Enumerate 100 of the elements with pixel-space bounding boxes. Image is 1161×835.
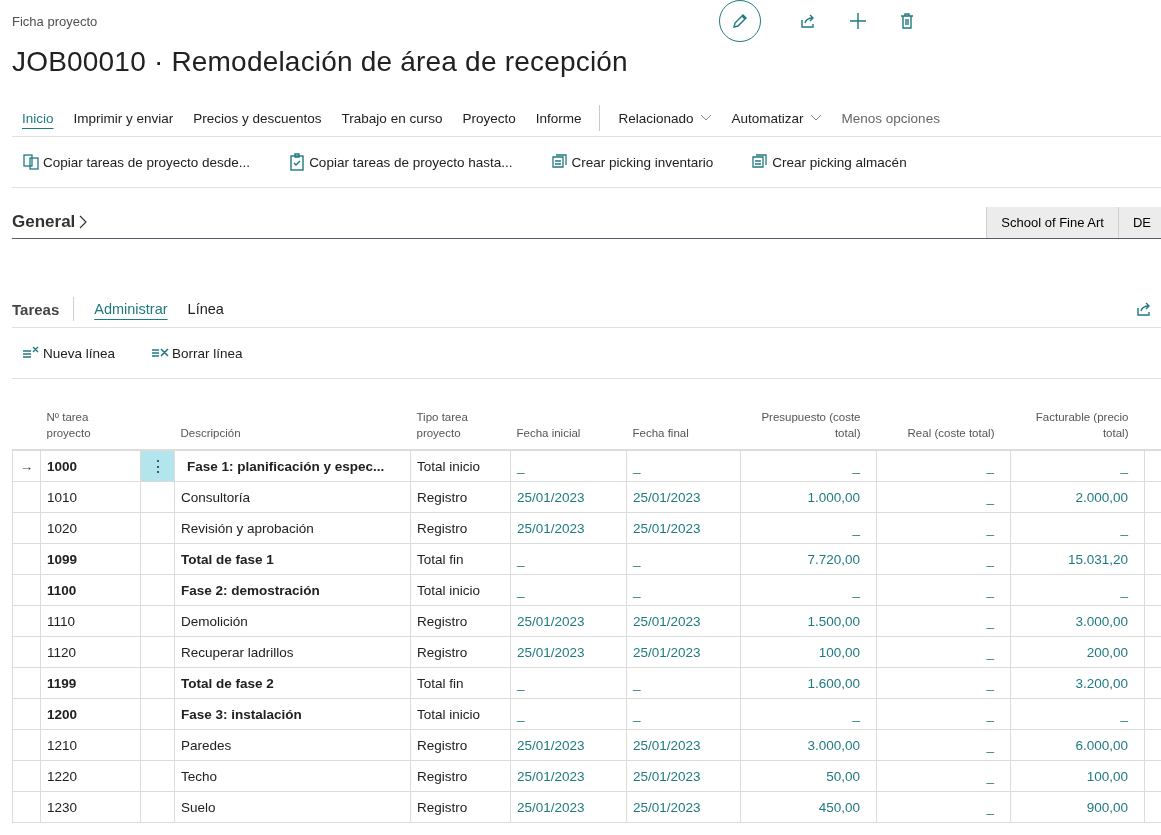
column-header[interactable]: Fecha inicial: [510, 379, 627, 450]
table-cell[interactable]: 25/01/2023: [510, 791, 627, 823]
action-button[interactable]: Crear picking inventario: [540, 149, 726, 175]
table-cell[interactable]: 7.720,00: [740, 543, 877, 575]
table-cell[interactable]: 25/01/2023: [626, 605, 741, 637]
table-cell[interactable]: 100,00: [740, 636, 877, 668]
line-action-button[interactable]: Nueva línea: [12, 341, 128, 365]
table-cell[interactable]: 25/01/2023: [626, 636, 741, 668]
table-cell[interactable]: 25/01/2023: [510, 605, 627, 637]
table-cell[interactable]: _: [876, 698, 1011, 730]
table-cell[interactable]: _: [1010, 512, 1145, 544]
column-header[interactable]: Fecha final: [626, 379, 741, 450]
table-cell: 1220: [40, 760, 141, 792]
table-cell[interactable]: _: [626, 574, 741, 606]
table-cell[interactable]: _: [740, 450, 877, 482]
table-cell[interactable]: _: [876, 667, 1011, 699]
table-cell[interactable]: 25/01/2023: [510, 729, 627, 761]
part-tab[interactable]: Administrar: [84, 297, 178, 321]
table-cell[interactable]: 50,00: [740, 760, 877, 792]
table-cell[interactable]: 1.500,00: [740, 605, 877, 637]
table-cell[interactable]: 2.000,00: [1010, 481, 1145, 513]
table-cell[interactable]: 25/01/2023: [626, 481, 741, 513]
table-cell[interactable]: 3.000,00: [740, 729, 877, 761]
table-cell[interactable]: _: [876, 481, 1011, 513]
table-cell[interactable]: _: [626, 667, 741, 699]
table-cell[interactable]: 25/01/2023: [626, 760, 741, 792]
table-cell[interactable]: 3.200,00: [1010, 667, 1145, 699]
table-cell[interactable]: 25/01/2023: [626, 512, 741, 544]
table-cell[interactable]: 900,00: [1010, 791, 1145, 823]
table-cell[interactable]: 25/01/2023: [626, 791, 741, 823]
line-action-button[interactable]: Borrar línea: [141, 341, 255, 365]
table-cell[interactable]: _: [510, 543, 627, 575]
table-cell[interactable]: _: [876, 574, 1011, 606]
column-header[interactable]: Real (coste total): [876, 379, 1011, 450]
table-cell[interactable]: 450,00: [740, 791, 877, 823]
table-cell: 1099: [40, 543, 141, 575]
table-cell[interactable]: 25/01/2023: [510, 481, 627, 513]
action-tab[interactable]: Imprimir y enviar: [63, 106, 184, 130]
table-cell[interactable]: 6.000,00: [1010, 729, 1145, 761]
table-cell[interactable]: _: [626, 698, 741, 730]
table-cell[interactable]: _: [876, 729, 1011, 761]
table-cell[interactable]: _: [740, 574, 877, 606]
section-header[interactable]: General: [12, 212, 89, 232]
factbox-tab[interactable]: School of Fine Art: [986, 207, 1118, 238]
table-cell[interactable]: _: [740, 512, 877, 544]
menu-tab[interactable]: Relacionado: [608, 106, 722, 130]
factbox-tab[interactable]: DE: [1117, 207, 1161, 238]
part-tab[interactable]: Línea: [177, 297, 234, 321]
less-options-link[interactable]: Menos opciones: [831, 106, 950, 130]
column-header[interactable]: Presupuesto (coste total): [740, 379, 877, 450]
action-tab[interactable]: Proyecto: [452, 106, 526, 130]
action-button[interactable]: Copiar tareas de proyecto hasta...: [278, 149, 525, 175]
plus-icon[interactable]: [847, 10, 869, 32]
table-cell[interactable]: _: [510, 450, 627, 482]
table-cell[interactable]: _: [876, 760, 1011, 792]
table-cell: Paredes: [174, 729, 411, 761]
table-cell: 1020: [40, 512, 141, 544]
add-line-icon: [22, 346, 40, 360]
table-cell: Total de fase 1: [174, 543, 411, 575]
table-cell[interactable]: 25/01/2023: [626, 729, 741, 761]
table-cell[interactable]: 1.000,00: [740, 481, 877, 513]
action-tab[interactable]: Inicio: [12, 106, 64, 130]
action-button[interactable]: Copiar tareas de proyecto desde...: [12, 149, 263, 175]
action-button[interactable]: Crear picking almacén: [741, 149, 919, 175]
table-cell[interactable]: _: [876, 450, 1011, 482]
table-cell[interactable]: _: [510, 667, 627, 699]
table-cell[interactable]: _: [626, 543, 741, 575]
share-icon[interactable]: [1135, 300, 1153, 318]
column-header[interactable]: Facturable (precio total): [1010, 379, 1145, 450]
table-cell[interactable]: _: [876, 543, 1011, 575]
table-cell[interactable]: _: [510, 698, 627, 730]
table-cell[interactable]: _: [1010, 450, 1145, 482]
action-tab[interactable]: Trabajo en curso: [331, 106, 453, 130]
table-cell: 1230: [40, 791, 141, 823]
table-cell[interactable]: 3.000,00: [1010, 605, 1145, 637]
table-cell[interactable]: _: [876, 636, 1011, 668]
action-tab[interactable]: Informe: [525, 106, 592, 130]
table-cell[interactable]: 100,00: [1010, 760, 1145, 792]
table-cell: Registro: [410, 512, 511, 544]
chevron-down-icon: [699, 114, 712, 122]
column-header[interactable]: Nº tarea proyecto: [40, 379, 141, 450]
table-cell[interactable]: _: [876, 791, 1011, 823]
column-header[interactable]: Descripción: [174, 379, 411, 450]
table-cell[interactable]: 1.600,00: [740, 667, 877, 699]
table-cell[interactable]: _: [626, 450, 741, 482]
table-cell[interactable]: 15.031,20: [1010, 543, 1145, 575]
menu-tab[interactable]: Automatizar: [721, 106, 832, 130]
table-cell[interactable]: 25/01/2023: [510, 512, 627, 544]
table-cell[interactable]: _: [876, 512, 1011, 544]
table-cell[interactable]: _: [510, 574, 627, 606]
column-header[interactable]: Tipo tarea proyecto: [410, 379, 511, 450]
table-cell[interactable]: 25/01/2023: [510, 760, 627, 792]
table-cell: Total inicio: [410, 450, 511, 482]
table-cell[interactable]: _: [1010, 698, 1145, 730]
table-cell[interactable]: 25/01/2023: [510, 636, 627, 668]
table-cell[interactable]: 200,00: [1010, 636, 1145, 668]
action-tab[interactable]: Precios y descuentos: [183, 106, 332, 130]
table-cell[interactable]: _: [740, 698, 877, 730]
table-cell[interactable]: _: [1010, 574, 1145, 606]
table-cell[interactable]: _: [876, 605, 1011, 637]
